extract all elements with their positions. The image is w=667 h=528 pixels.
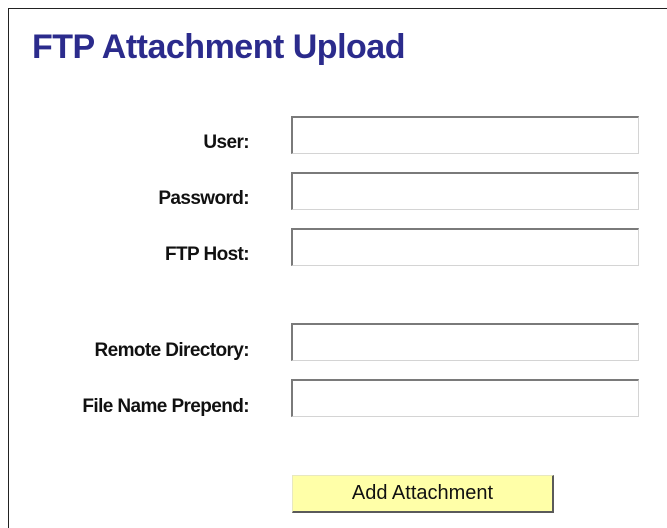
file-name-prepend-label: File Name Prepend: bbox=[82, 396, 249, 417]
ftp-host-label: FTP Host: bbox=[165, 244, 250, 265]
ftp-host-input[interactable] bbox=[291, 228, 639, 266]
remote-directory-input[interactable] bbox=[291, 323, 639, 361]
password-label: Password: bbox=[158, 188, 249, 209]
upload-panel bbox=[8, 8, 667, 528]
page-title: FTP Attachment Upload bbox=[32, 28, 405, 66]
add-attachment-button[interactable]: Add Attachment bbox=[292, 475, 554, 513]
password-input[interactable] bbox=[291, 172, 639, 210]
file-name-prepend-input[interactable] bbox=[291, 379, 639, 417]
user-label: User: bbox=[203, 132, 249, 153]
remote-directory-label: Remote Directory: bbox=[94, 340, 249, 361]
user-input[interactable] bbox=[291, 116, 639, 154]
